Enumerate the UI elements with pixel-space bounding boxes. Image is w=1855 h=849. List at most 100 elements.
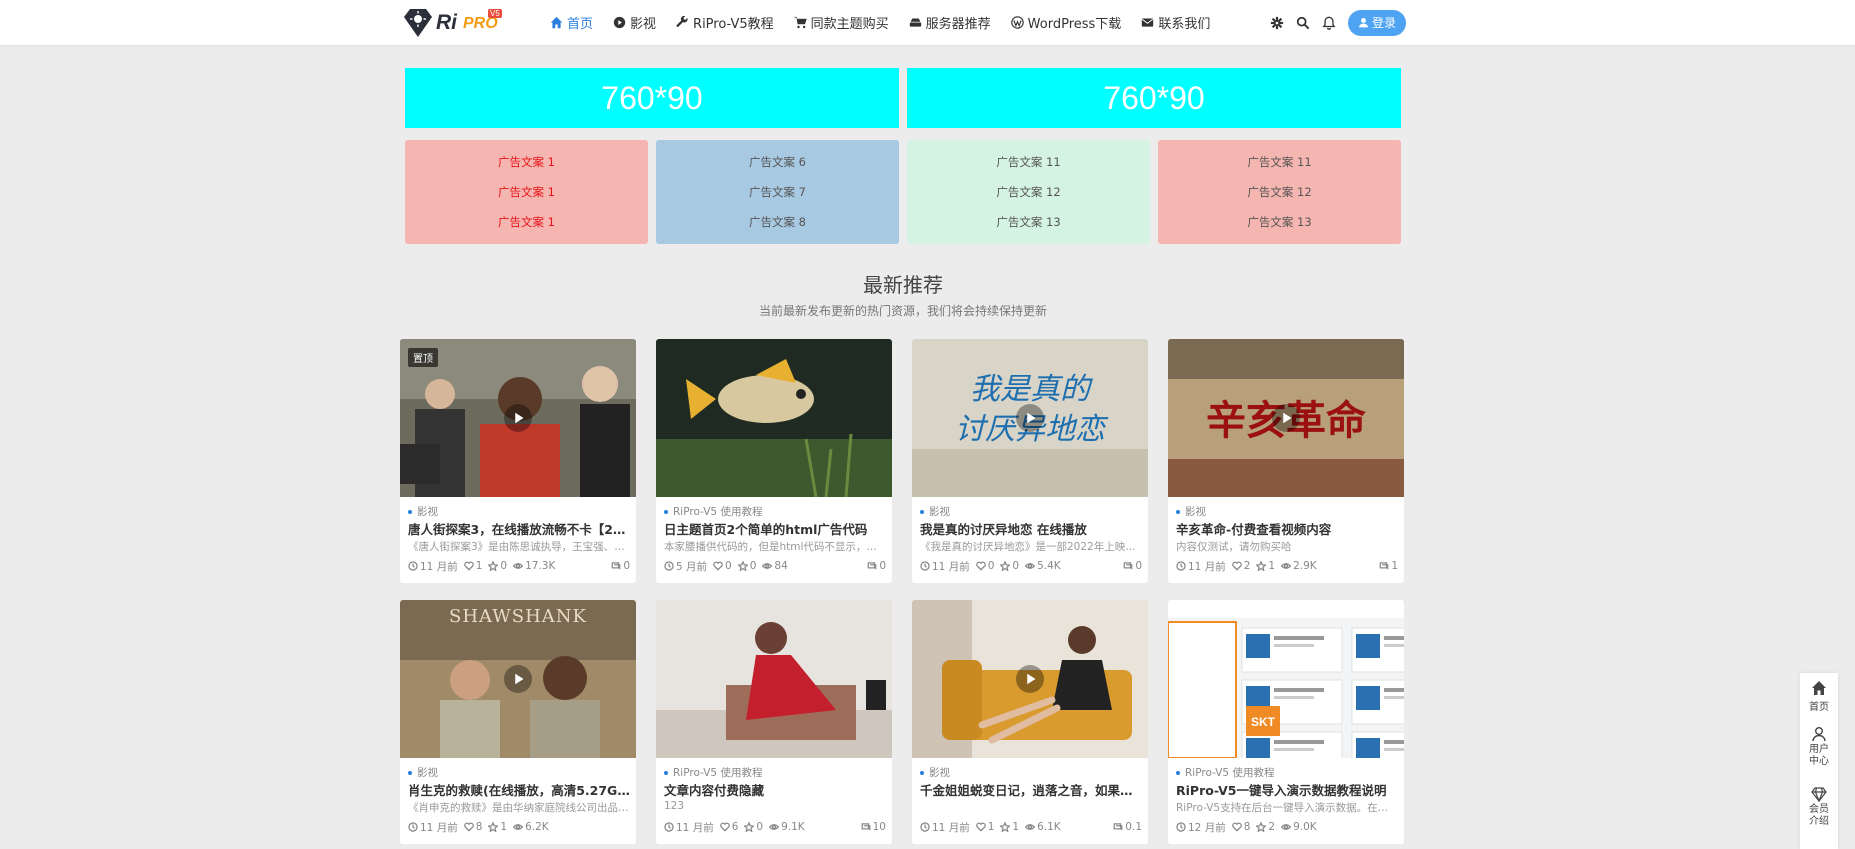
clock-icon: [920, 822, 930, 832]
post-favorites[interactable]: 0: [1000, 560, 1019, 572]
play-button[interactable]: [1016, 665, 1044, 693]
nav-item-wordpress[interactable]: WordPress下载: [1010, 0, 1121, 45]
post-card[interactable]: 我是真的 讨厌异地恋 影视 我是真的讨厌异地恋 在线播放 《我是真的讨厌异地恋》是一部2…: [912, 339, 1148, 583]
post-favorites[interactable]: 1: [1000, 821, 1019, 833]
post-title[interactable]: RiPro-V5一键导入演示数据教程说明: [1176, 780, 1398, 799]
post-thumbnail[interactable]: SHAWSHANK: [400, 600, 636, 758]
post-category[interactable]: RiPro-V5 使用教程: [664, 765, 762, 780]
nav-item-home[interactable]: 首页: [550, 0, 593, 45]
login-button[interactable]: 登录: [1347, 9, 1406, 36]
post-likes[interactable]: 6: [719, 821, 738, 833]
post-category[interactable]: RiPro-V5 使用教程: [664, 504, 762, 519]
ad-text-box-3[interactable]: 广告文案 11 广告文案 12 广告文案 13: [907, 140, 1150, 244]
floating-sidebar: 首页 用户中心 会员介绍: [1800, 673, 1838, 849]
thumbnail-image: SKT: [1168, 600, 1404, 758]
ad-line: 广告文案 1: [498, 185, 555, 199]
post-category[interactable]: RiPro-V5 使用教程: [1176, 765, 1274, 780]
post-thumbnail[interactable]: [656, 339, 892, 497]
post-title[interactable]: 肖生克的救赎(在线播放，高清5.27GB): [408, 780, 630, 799]
post-likes[interactable]: 0: [975, 560, 994, 572]
nav-item-buy-theme[interactable]: 同款主题购买: [793, 0, 889, 45]
post-card[interactable]: SHAWSHANK 影视 肖生克的救赎(在线播放，高清5.27GB) 《肖申克的救赎》…: [400, 600, 636, 844]
post-favorites[interactable]: 0: [488, 560, 507, 572]
ad-text-box-4[interactable]: 广告文案 11 广告文案 12 广告文案 13: [1158, 140, 1401, 244]
heart-icon: [1231, 561, 1242, 571]
post-title[interactable]: 我是真的讨厌异地恋 在线播放: [920, 519, 1142, 538]
search-icon[interactable]: [1296, 16, 1310, 30]
post-title[interactable]: 日主题首页2个简单的html广告代码: [664, 519, 886, 538]
ad-text-box-2[interactable]: 广告文案 6 广告文案 7 广告文案 8: [656, 140, 899, 244]
post-card[interactable]: RiPro-V5 使用教程 文章内容付费隐藏 123 11 月前 6 0 9.1K 10: [656, 600, 892, 844]
post-favorites[interactable]: 0: [737, 560, 756, 572]
post-thumbnail[interactable]: SKT: [1168, 600, 1404, 758]
nav-item-servers[interactable]: 服务器推荐: [909, 0, 991, 45]
post-favorites[interactable]: 1: [1256, 560, 1275, 572]
svg-text:我是真的: 我是真的: [970, 372, 1093, 407]
sidebar-item-home[interactable]: 首页: [1800, 680, 1838, 713]
post-views: 2.9K: [1281, 560, 1317, 572]
post-category[interactable]: 影视: [408, 504, 438, 519]
post-thumbnail[interactable]: [912, 600, 1148, 758]
post-likes[interactable]: 8: [463, 821, 482, 833]
post-thumbnail[interactable]: 置顶: [400, 339, 636, 497]
clock-icon: [664, 561, 674, 571]
post-category[interactable]: 影视: [920, 765, 950, 780]
play-button[interactable]: [504, 404, 532, 432]
post-category[interactable]: 影视: [1176, 504, 1206, 519]
star-icon: [488, 561, 499, 571]
post-likes[interactable]: 1: [975, 821, 994, 833]
ad-text-box-1[interactable]: 广告文案 1 广告文案 1 广告文案 1: [405, 140, 648, 244]
post-comments: 0: [867, 560, 886, 572]
star-icon: [1000, 561, 1011, 571]
post-likes[interactable]: 2: [1231, 560, 1250, 572]
post-card[interactable]: 置顶 影视 唐人街探案3，在线播放流畅不卡【2.5… 《唐人街探案3》是由陈思诚执导，…: [400, 339, 636, 583]
post-favorites[interactable]: 0: [744, 821, 763, 833]
play-button[interactable]: [1016, 404, 1044, 432]
post-meta: 12 月前 8 2 9.0K: [1176, 820, 1398, 834]
ad-banner-left[interactable]: 760*90: [405, 68, 899, 128]
post-card[interactable]: SKT RiPro-V5 使用教程 RiPro-V5一键导入演示数据教程说明 RiPr…: [1168, 600, 1404, 844]
post-title[interactable]: 唐人街探案3，在线播放流畅不卡【2.5…: [408, 519, 630, 538]
post-card[interactable]: RiPro-V5 使用教程 日主题首页2个简单的html广告代码 本家腰播供代码的，…: [656, 339, 892, 583]
nav-item-movies[interactable]: 影视: [613, 0, 656, 45]
post-favorites[interactable]: 2: [1256, 821, 1275, 833]
play-button[interactable]: [504, 665, 532, 693]
gear-icon[interactable]: [1270, 16, 1284, 30]
site-logo[interactable]: Ri PRO V5: [400, 6, 504, 40]
post-likes[interactable]: 1: [463, 560, 482, 572]
post-title[interactable]: 文章内容付费隐藏: [664, 780, 886, 799]
ad-line: 广告文案 11: [1247, 155, 1312, 169]
star-icon: [744, 822, 755, 832]
post-views: 84: [762, 560, 788, 572]
nav-item-contact[interactable]: 联系我们: [1141, 0, 1210, 45]
post-meta: 11 月前 2 1 2.9K 1: [1176, 559, 1398, 573]
post-card[interactable]: 辛亥革命 影视 辛亥革命-付费查看视频内容 内容仅测试，请勿购买哈 11 月前 2 1 2.9…: [1168, 339, 1404, 583]
clock-icon: [408, 822, 418, 832]
ad-line: 广告文案 12: [1247, 185, 1312, 199]
play-icon: [1027, 673, 1036, 685]
post-likes[interactable]: 0: [713, 560, 732, 572]
post-thumbnail[interactable]: 我是真的 讨厌异地恋: [912, 339, 1148, 497]
post-card[interactable]: 影视 千金姐姐蜕变日记，逍落之音，如果家… 11 月前 1 1 6.1K 0.1: [912, 600, 1148, 844]
post-category[interactable]: 影视: [408, 765, 438, 780]
section-subtitle: 当前最新发布更新的热门资源，我们将会持续保持更新: [758, 304, 1047, 318]
ad-line: 广告文案 7: [749, 185, 806, 199]
bell-icon[interactable]: [1322, 16, 1336, 30]
post-category[interactable]: 影视: [920, 504, 950, 519]
post-thumbnail[interactable]: 辛亥革命: [1168, 339, 1404, 497]
post-likes[interactable]: 8: [1231, 821, 1250, 833]
play-icon: [515, 412, 524, 424]
play-button[interactable]: [1272, 404, 1300, 432]
sidebar-item-membership[interactable]: 会员介绍: [1800, 786, 1838, 828]
post-title[interactable]: 千金姐姐蜕变日记，逍落之音，如果家…: [920, 780, 1142, 799]
post-favorites[interactable]: 1: [488, 821, 507, 833]
logo-text: Ri: [436, 11, 457, 34]
post-title[interactable]: 辛亥革命-付费查看视频内容: [1176, 519, 1398, 538]
cart-icon: [793, 16, 807, 29]
post-thumbnail[interactable]: [656, 600, 892, 758]
sidebar-item-user-center[interactable]: 用户中心: [1800, 726, 1838, 768]
thumbnail-image: [656, 600, 892, 758]
nav-item-tutorial[interactable]: RiPro-V5教程: [676, 0, 774, 45]
comment-icon: [1123, 562, 1133, 570]
ad-banner-right[interactable]: 760*90: [907, 68, 1401, 128]
